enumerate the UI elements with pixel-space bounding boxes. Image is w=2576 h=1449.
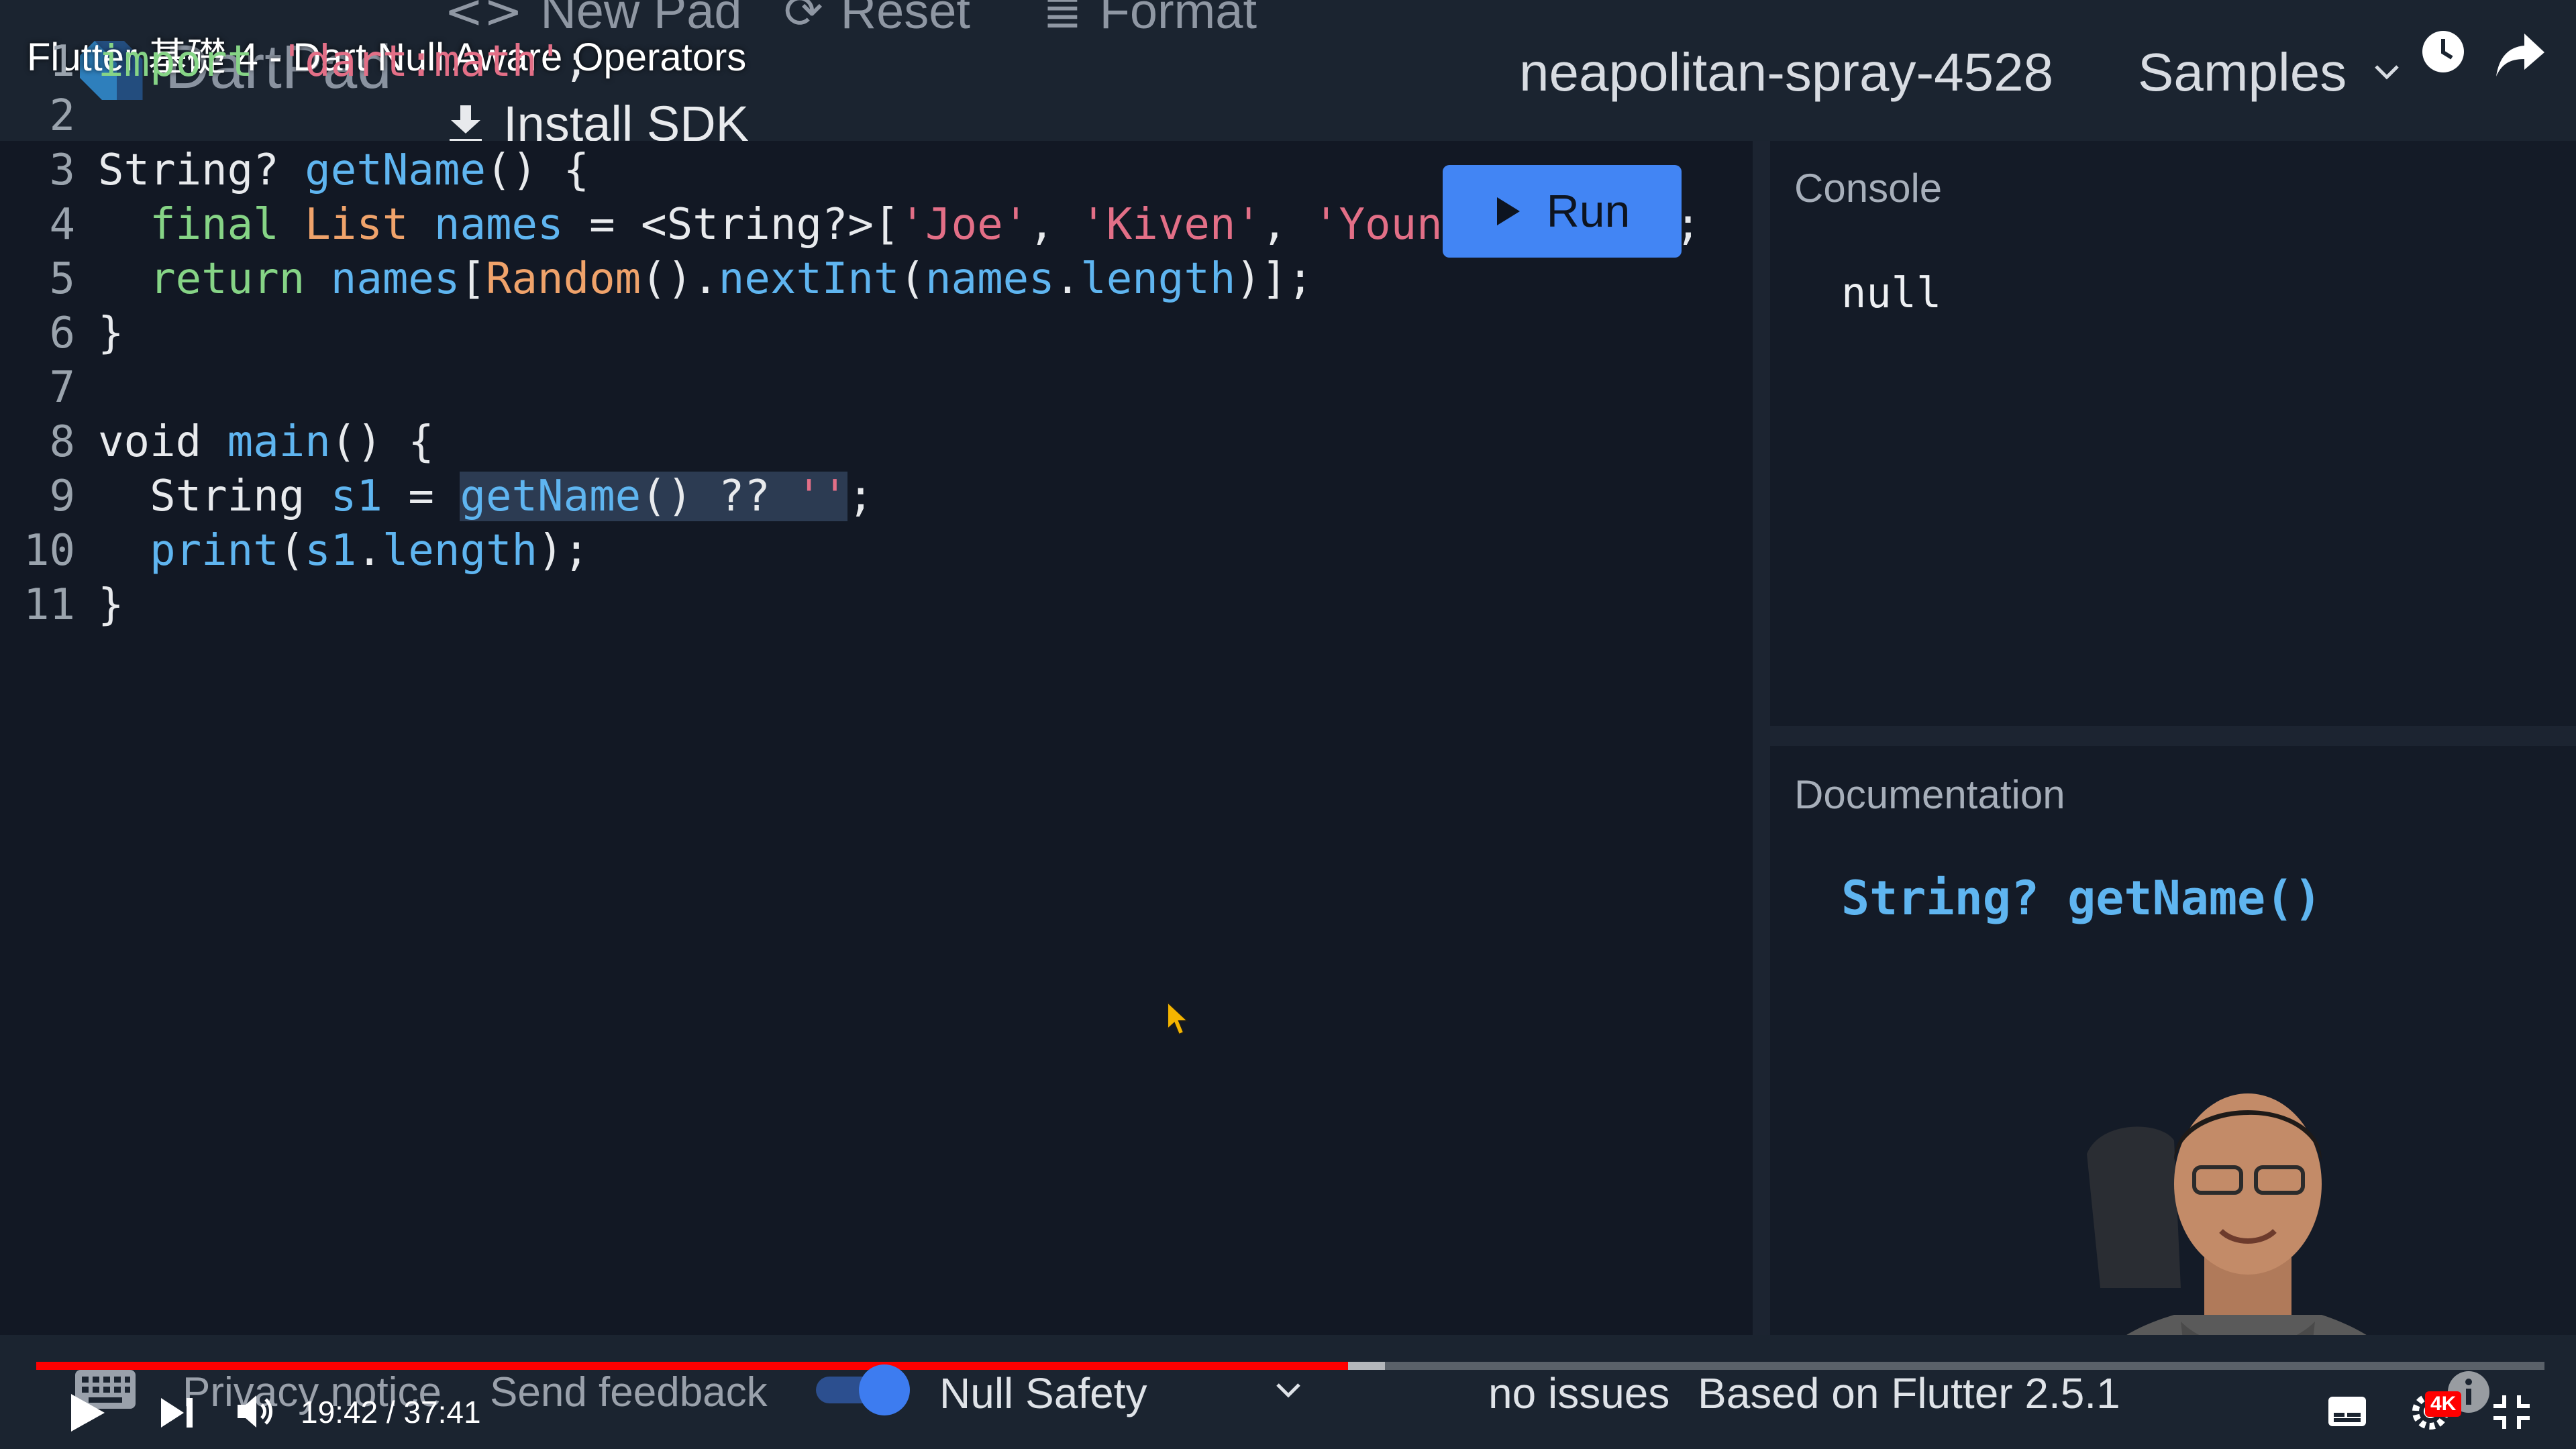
code-line: 1 import 'dart:math';: [0, 35, 1701, 89]
code-line: 10 print(s1.length);: [0, 524, 1701, 578]
line-number: 1: [49, 37, 75, 87]
subtitles-icon[interactable]: [2327, 1395, 2367, 1428]
panel-splitter[interactable]: [1770, 726, 2576, 746]
code-line: 5 return names[Random().nextInt(names.le…: [0, 252, 1701, 307]
code-line: 11 }: [0, 578, 1701, 633]
console-output: null: [1841, 268, 1942, 317]
quality-badge: 4K: [2425, 1391, 2462, 1417]
mouse-cursor-icon: [1167, 1001, 1190, 1036]
samples-label: Samples: [2138, 42, 2347, 102]
issues-status: no issues: [1488, 1369, 1670, 1417]
line-number: 8: [49, 417, 75, 467]
code-selection: getName() ?? '': [460, 472, 848, 521]
format-label: Format: [1099, 0, 1257, 39]
code-text: print(s1.length);: [150, 526, 590, 576]
run-button[interactable]: Run: [1443, 165, 1682, 258]
code-line: 9 String s1 = getName() ?? '';: [0, 470, 1701, 524]
line-number: 6: [49, 309, 75, 358]
console-label: Console: [1794, 166, 1943, 211]
line-number: 5: [49, 254, 75, 304]
samples-dropdown[interactable]: Samples: [2138, 42, 2400, 103]
code-text: void main() {: [98, 417, 434, 467]
reset-label: Reset: [840, 0, 970, 39]
chevron-down-icon[interactable]: [1275, 1382, 1302, 1399]
code-line: 6 }: [0, 307, 1701, 361]
line-number: 2: [49, 91, 75, 141]
code-line: 7: [0, 361, 1701, 415]
refresh-icon: ⟳: [784, 0, 823, 39]
code-text: }: [98, 580, 124, 630]
line-number: 10: [23, 526, 75, 576]
exit-fullscreen-icon[interactable]: [2491, 1393, 2532, 1432]
documentation-signature: String? getName(): [1841, 871, 2322, 926]
next-video-icon[interactable]: [158, 1395, 196, 1430]
send-feedback-link[interactable]: Send feedback: [490, 1368, 768, 1416]
code-text: String? getName() {: [98, 146, 590, 195]
null-safety-label: Null Safety: [939, 1369, 1147, 1417]
code-lines[interactable]: 1 import 'dart:math'; 2 3 String? getNam…: [0, 35, 1701, 633]
line-number: 7: [49, 363, 75, 413]
volume-icon[interactable]: [235, 1393, 274, 1430]
video-time: 19:42 / 37:41: [301, 1395, 481, 1430]
documentation-label: Documentation: [1794, 772, 2065, 817]
line-number: 9: [49, 472, 75, 521]
code-text: return names[Random().nextInt(names.leng…: [150, 254, 1313, 304]
share-icon[interactable]: [2493, 28, 2547, 82]
line-number: 3: [49, 146, 75, 195]
flutter-version: Based on Flutter 2.5.1: [1698, 1369, 2120, 1417]
code-line: 8 void main() {: [0, 415, 1701, 470]
format-button[interactable]: ≣ Format: [1043, 0, 1257, 40]
line-number: 4: [49, 200, 75, 250]
format-lines-icon: ≣: [1043, 0, 1082, 39]
code-text: }: [98, 309, 124, 358]
play-icon: [1496, 197, 1520, 225]
play-icon[interactable]: [67, 1391, 107, 1434]
console-panel: [1770, 141, 2576, 726]
line-number: 11: [23, 580, 75, 630]
code-text: import 'dart:math';: [98, 37, 590, 87]
code-text: String s1 = getName() ?? '';: [98, 472, 874, 521]
panel-divider[interactable]: [1753, 141, 1770, 1335]
chevron-down-icon: [2375, 65, 2400, 80]
code-line: 2: [0, 89, 1701, 144]
run-label: Run: [1546, 186, 1631, 237]
reset-button[interactable]: ⟳ Reset: [784, 0, 970, 40]
watch-later-icon[interactable]: [2420, 28, 2467, 75]
null-safety-toggle[interactable]: [813, 1360, 915, 1417]
